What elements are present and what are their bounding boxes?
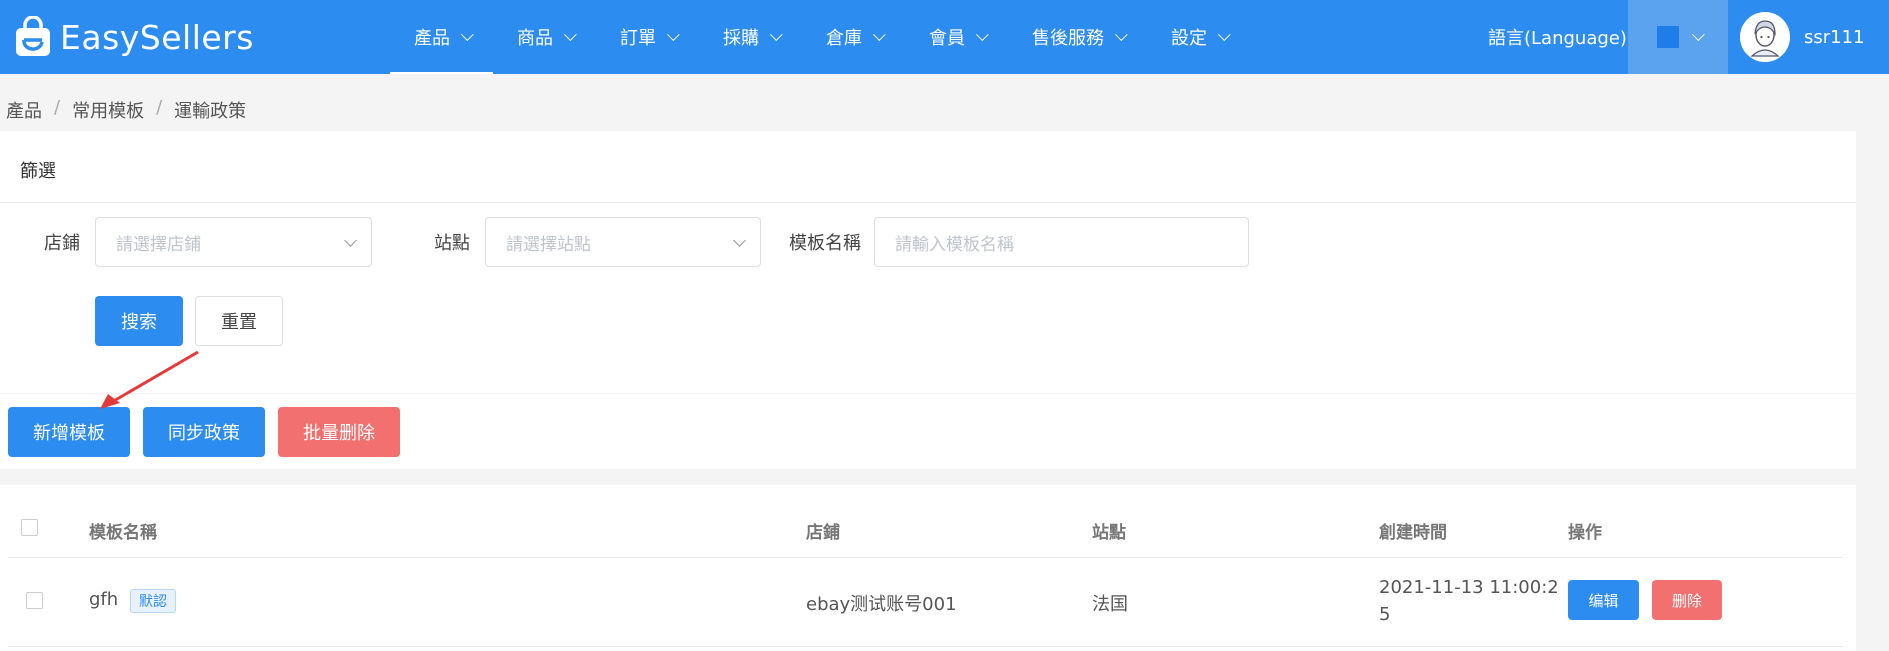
main-nav: 產品 商品 訂單 採購 倉庫 會員 售後服務 設定 [390,0,1250,74]
user-menu[interactable]: ssr111 [1740,0,1865,74]
select-all-checkbox[interactable] [21,519,38,536]
breadcrumb-item[interactable]: 產品 [6,97,42,123]
store-select[interactable]: 請選擇店鋪 [95,217,372,267]
store-label: 店鋪 [44,233,80,254]
chevron-down-icon [1691,27,1705,41]
avatar [1740,12,1790,62]
nav-label: 售後服務 [1032,28,1104,49]
site-cell: 法国 [1092,594,1128,615]
chevron-down-icon [733,234,746,247]
nav-label: 採購 [723,28,759,49]
template-name-input[interactable]: 請輸入模板名稱 [874,217,1249,267]
template-name-placeholder: 請輸入模板名稱 [895,234,1014,255]
logo-text: EasySellers [60,17,254,57]
nav-settings[interactable]: 設定 [1147,0,1250,74]
chevron-down-icon [563,27,577,41]
column-header: 操作 [1568,523,1602,543]
chevron-down-icon [769,27,783,41]
filter-title: 篩選 [20,161,56,182]
nav-label: 倉庫 [826,28,862,49]
site-label: 站點 [434,233,470,254]
template-table: 模板名稱 店鋪 站點 創建時間 操作 gfh 默認 ebay测试账号001 法国… [0,485,1856,651]
template-name-label: 模板名稱 [789,233,861,254]
nav-label: 設定 [1171,28,1207,49]
chevron-down-icon [344,234,357,247]
divider [0,202,1856,203]
default-badge: 默認 [130,589,176,613]
column-header: 創建時間 [1379,523,1447,543]
shopping-bag-icon [14,15,52,58]
divider [8,557,1843,558]
chevron-down-icon [1114,27,1128,41]
logo[interactable]: EasySellers [14,14,254,60]
breadcrumb: 產品 / 常用模板 / 運輸政策 [6,97,246,123]
column-header: 店鋪 [806,523,840,543]
nav-products[interactable]: 產品 [390,0,493,74]
column-header: 模板名稱 [89,523,157,543]
breadcrumb-separator: / [54,97,61,118]
store-select-placeholder: 請選擇店鋪 [116,234,201,255]
store-cell: ebay测试账号001 [806,594,957,615]
nav-after-sales[interactable]: 售後服務 [1008,0,1147,74]
delete-button[interactable]: 删除 [1652,580,1722,620]
nav-label: 會員 [929,28,965,49]
breadcrumb-item[interactable]: 常用模板 [72,97,144,123]
sync-policy-button[interactable]: 同步政策 [143,407,265,457]
chevron-down-icon [975,27,989,41]
chevron-down-icon [872,27,886,41]
template-name-cell: gfh [89,589,119,610]
column-header: 站點 [1092,523,1126,543]
nav-purchase[interactable]: 採購 [699,0,802,74]
search-button[interactable]: 搜索 [95,296,183,346]
action-bar: 新增模板 同步政策 批量删除 [0,394,1856,469]
chevron-down-icon [666,27,680,41]
language-switcher[interactable]: 語言(Language) [1488,0,1627,74]
created-time-line: 2021-11-13 11:00:2 [1379,577,1559,598]
add-template-button[interactable]: 新增模板 [8,407,130,457]
created-time-line: 5 [1379,604,1391,625]
nav-goods[interactable]: 商品 [493,0,596,74]
site-select-placeholder: 請選擇站點 [506,234,591,255]
breadcrumb-item: 運輸政策 [174,101,247,122]
top-header: EasySellers 產品 商品 訂單 採購 倉庫 會員 售後服務 設定 語言… [0,0,1889,74]
nav-orders[interactable]: 訂單 [596,0,699,74]
breadcrumb-separator: / [156,97,163,118]
nav-label: 訂單 [620,28,656,49]
chevron-down-icon [460,27,474,41]
row-checkbox[interactable] [26,592,43,609]
theme-color-picker[interactable] [1628,0,1728,74]
batch-delete-button[interactable]: 批量删除 [278,407,400,457]
edit-button[interactable]: 编辑 [1568,580,1639,620]
username: ssr111 [1804,26,1865,48]
nav-warehouse[interactable]: 倉庫 [802,0,905,74]
site-select[interactable]: 請選擇站點 [485,217,761,267]
nav-members[interactable]: 會員 [905,0,1008,74]
reset-button[interactable]: 重置 [195,296,283,346]
filter-card: 篩選 店鋪 請選擇店鋪 站點 請選擇站點 模板名稱 請輸入模板名稱 搜索 重置 [0,131,1856,393]
chevron-down-icon [1217,27,1231,41]
nav-label: 商品 [517,28,553,49]
nav-label: 產品 [414,28,450,49]
divider [8,646,1843,647]
color-swatch [1656,26,1679,48]
